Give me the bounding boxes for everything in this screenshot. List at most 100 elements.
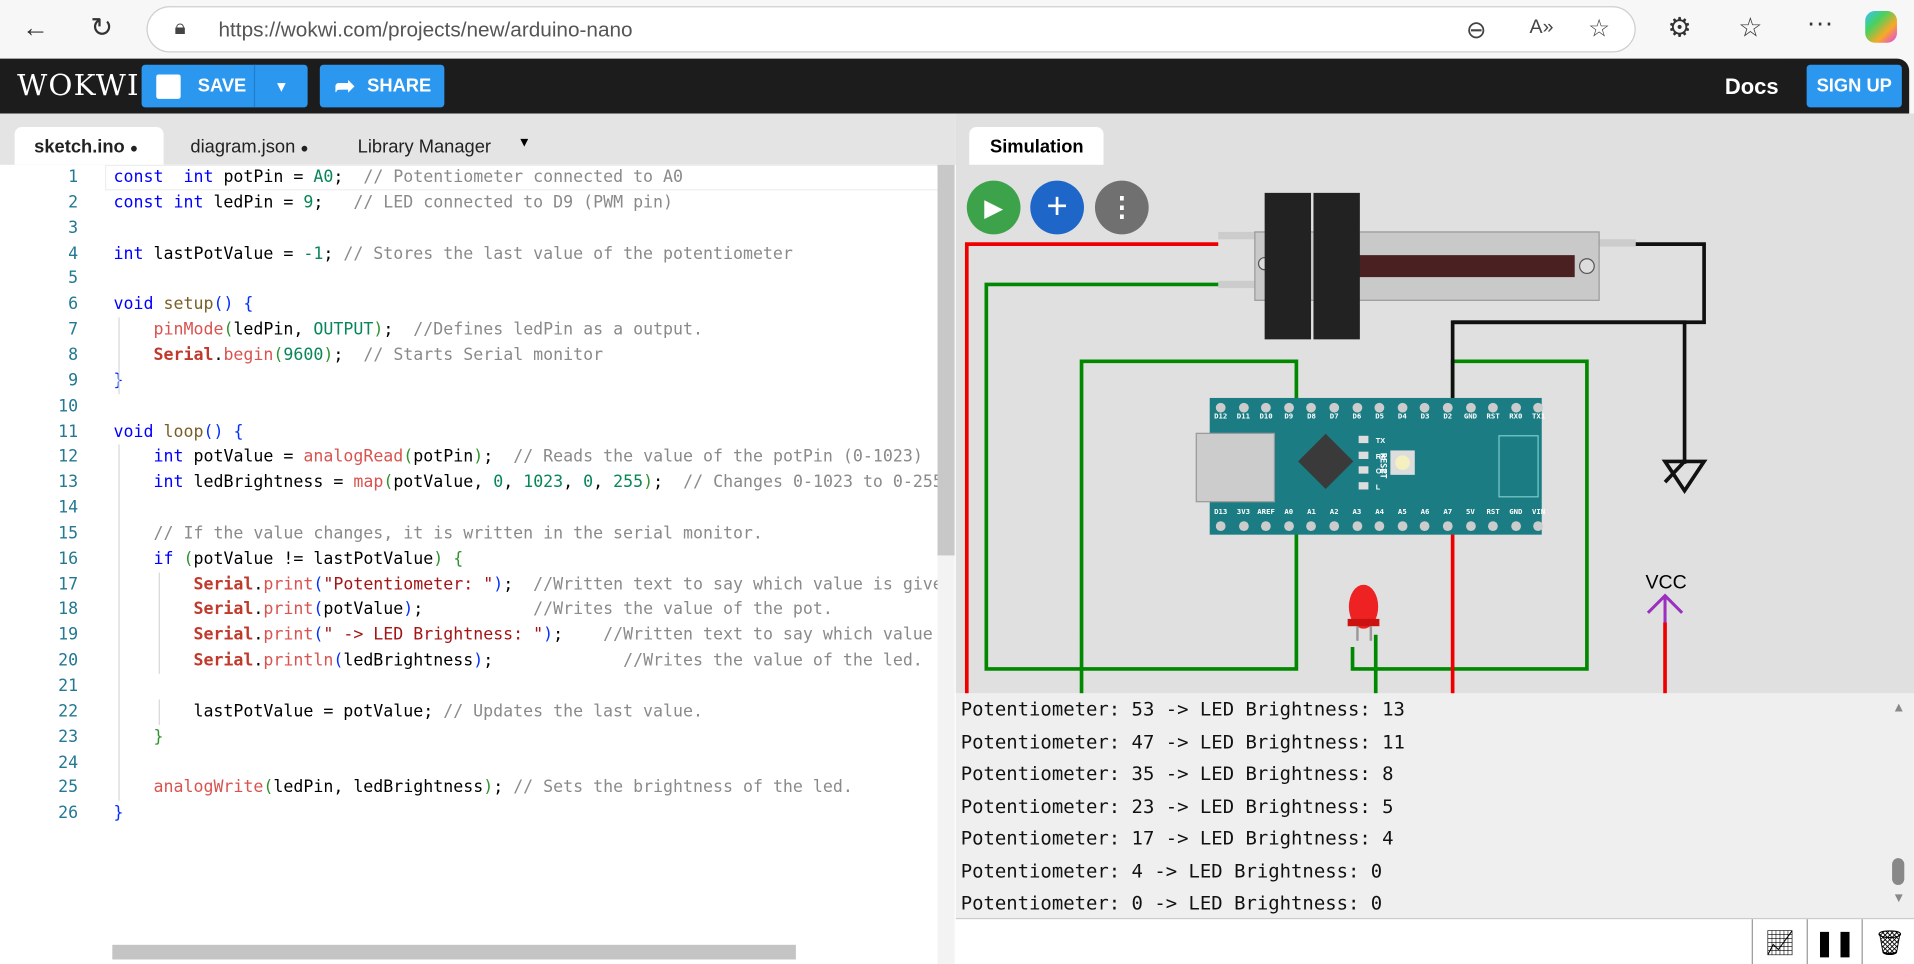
tab-label: sketch.ino bbox=[34, 136, 125, 158]
play-button[interactable]: ▶ bbox=[966, 180, 1021, 235]
pin-label: 3V3 bbox=[1236, 507, 1251, 517]
board-pin[interactable] bbox=[1442, 521, 1453, 532]
code-line[interactable]: if (potValue != lastPotValue) { bbox=[114, 547, 464, 573]
serial-input[interactable] bbox=[955, 919, 1750, 964]
favorites-list-icon[interactable]: ☆ bbox=[1738, 12, 1762, 44]
browser-toolbar: ← ↻ 🔒︎ https://wokwi.com/projects/new/ar… bbox=[0, 0, 1914, 59]
tab-library-manager[interactable]: Library Manager bbox=[338, 127, 510, 165]
docs-link[interactable]: Docs bbox=[1725, 74, 1779, 100]
scrollbar-thumb[interactable] bbox=[1892, 858, 1905, 886]
line-number: 18 bbox=[58, 599, 79, 620]
pin-label: D3 bbox=[1420, 412, 1430, 422]
url-text: https://wokwi.com/projects/new/arduino-n… bbox=[218, 18, 633, 42]
code-line[interactable]: analogWrite(ledPin, ledBrightness); // S… bbox=[114, 776, 853, 802]
scroll-up-icon[interactable]: ▲ bbox=[1892, 701, 1905, 716]
pin-label: TX1 bbox=[1531, 412, 1546, 422]
favorite-star-icon[interactable]: ☆ bbox=[1588, 13, 1610, 44]
board-pin[interactable] bbox=[1238, 521, 1249, 532]
board-pin[interactable] bbox=[1510, 521, 1521, 532]
plotter-button[interactable]: 📈︎ bbox=[1751, 919, 1807, 964]
slide-potentiometer[interactable] bbox=[1218, 192, 1636, 340]
code-line[interactable]: Serial.print(" -> LED Brightness: "); //… bbox=[114, 623, 940, 649]
share-button[interactable]: ➦ SHARE bbox=[319, 64, 445, 108]
lock-icon[interactable]: 🔒︎ bbox=[175, 16, 186, 40]
red-led[interactable] bbox=[1344, 582, 1386, 641]
code-line[interactable]: int lastPotValue = -1; // Stores the las… bbox=[114, 241, 793, 267]
pin-label: AREF bbox=[1257, 507, 1275, 517]
line-number: 17 bbox=[58, 574, 79, 594]
pause-button[interactable]: ❚❚ bbox=[1806, 919, 1862, 964]
more-icon[interactable]: ··· bbox=[1807, 7, 1834, 39]
code-line[interactable]: const int potPin = A0; // Potentiometer … bbox=[114, 165, 684, 191]
code-line[interactable]: lastPotValue = potValue; // Updates the … bbox=[114, 699, 703, 725]
line-number: 8 bbox=[68, 345, 79, 365]
code-line[interactable]: void setup() { bbox=[114, 292, 254, 318]
board-pin[interactable] bbox=[1329, 521, 1340, 532]
tab-diagram-json[interactable]: diagram.json ● bbox=[171, 127, 328, 165]
sign-up-button[interactable]: SIGN UP bbox=[1806, 64, 1902, 108]
address-bar[interactable]: 🔒︎ https://wokwi.com/projects/new/arduin… bbox=[146, 6, 1636, 53]
code-line[interactable]: void loop() { bbox=[114, 419, 244, 445]
extensions-icon[interactable]: ⚙ bbox=[1667, 12, 1691, 44]
pin-label: 5V bbox=[1466, 507, 1475, 517]
code-token: analogRead bbox=[303, 447, 404, 467]
code-token: // If the value changes, it is written i… bbox=[153, 523, 763, 544]
reload-icon[interactable]: ↻ bbox=[90, 12, 113, 44]
editor-horizontal-scrollbar[interactable] bbox=[112, 944, 796, 960]
code-line[interactable]: // If the value changes, it is written i… bbox=[114, 521, 763, 547]
add-part-button[interactable]: + bbox=[1030, 180, 1084, 235]
code-area[interactable]: 1 const int potPin = A0; // Potentiometer… bbox=[0, 164, 940, 946]
code-line[interactable]: } bbox=[114, 801, 124, 827]
board-pin[interactable] bbox=[1465, 521, 1476, 532]
code-line[interactable]: Serial.println(ledBrightness); //Writes … bbox=[114, 648, 923, 674]
board-pin[interactable] bbox=[1465, 402, 1476, 413]
code-line[interactable]: pinMode(ledPin, OUTPUT); //Defines ledPi… bbox=[114, 317, 704, 343]
line-number: 26 bbox=[58, 803, 79, 824]
board-pin[interactable] bbox=[1215, 521, 1226, 532]
scrollbar-thumb[interactable] bbox=[937, 164, 955, 556]
editor-vertical-scrollbar[interactable] bbox=[937, 164, 955, 964]
more-options-button[interactable]: ⋮ bbox=[1094, 180, 1149, 235]
code-token: //Writes the value of the led. bbox=[623, 650, 923, 671]
code-line[interactable]: int potValue = analogRead(potPin); // Re… bbox=[114, 445, 923, 471]
code-token: ) bbox=[543, 625, 554, 645]
board-pin[interactable] bbox=[1397, 521, 1408, 532]
clear-button[interactable]: 🗑︎ bbox=[1861, 919, 1914, 964]
serial-line: Potentiometer: 53 -> LED Brightness: 13 bbox=[960, 698, 1405, 721]
zoom-out-icon[interactable]: ⊖ bbox=[1466, 15, 1486, 46]
scroll-down-icon[interactable]: ▼ bbox=[1892, 891, 1905, 906]
code-line[interactable]: const int ledPin = 9; // LED connected t… bbox=[114, 190, 674, 216]
read-aloud-icon[interactable]: A» bbox=[1530, 17, 1554, 39]
board-pin[interactable] bbox=[1510, 402, 1521, 413]
serial-scrollbar[interactable]: ▲ ▼ bbox=[1887, 696, 1911, 916]
save-button[interactable]: SAVE ▼ bbox=[141, 64, 308, 108]
line-number: 6 bbox=[68, 294, 79, 315]
board-pin[interactable] bbox=[1352, 402, 1362, 413]
board-pin[interactable] bbox=[1329, 402, 1340, 413]
code-line[interactable]: Serial.begin(9600); // Starts Serial mon… bbox=[114, 343, 604, 369]
code-line[interactable]: int ledBrightness = map(potValue, 0, 102… bbox=[114, 470, 940, 496]
board-pin[interactable] bbox=[1215, 402, 1226, 413]
tab-sketch-ino[interactable]: sketch.ino ● bbox=[14, 126, 164, 165]
pin-label: RX0 bbox=[1509, 412, 1523, 422]
board-pin[interactable] bbox=[1397, 402, 1408, 413]
code-line[interactable]: Serial.print("Potentiometer: "); //Writt… bbox=[114, 572, 939, 598]
copilot-icon[interactable] bbox=[1865, 10, 1897, 43]
board-pin[interactable] bbox=[1442, 402, 1453, 413]
board-pin[interactable] bbox=[1283, 402, 1294, 413]
pin-label: A0 bbox=[1284, 507, 1294, 517]
tabs-dropdown-caret-icon[interactable]: ▼ bbox=[518, 135, 531, 150]
code-token: // Sets the brightness of the led. bbox=[513, 778, 853, 798]
board-pin[interactable] bbox=[1352, 521, 1362, 532]
board-pin[interactable] bbox=[1283, 521, 1294, 532]
code-line[interactable]: } bbox=[114, 725, 164, 751]
serial-line: Potentiometer: 0 -> LED Brightness: 0 bbox=[960, 892, 1383, 915]
board-pin[interactable] bbox=[1238, 402, 1249, 413]
code-line[interactable]: Serial.print(potValue); //Writes the val… bbox=[114, 597, 833, 623]
line-number: 15 bbox=[58, 523, 79, 544]
save-dropdown-caret-icon[interactable]: ▼ bbox=[253, 64, 308, 108]
back-arrow-icon[interactable]: ← bbox=[22, 12, 49, 44]
code-token: begin bbox=[223, 345, 274, 365]
line-number: 25 bbox=[58, 778, 79, 798]
